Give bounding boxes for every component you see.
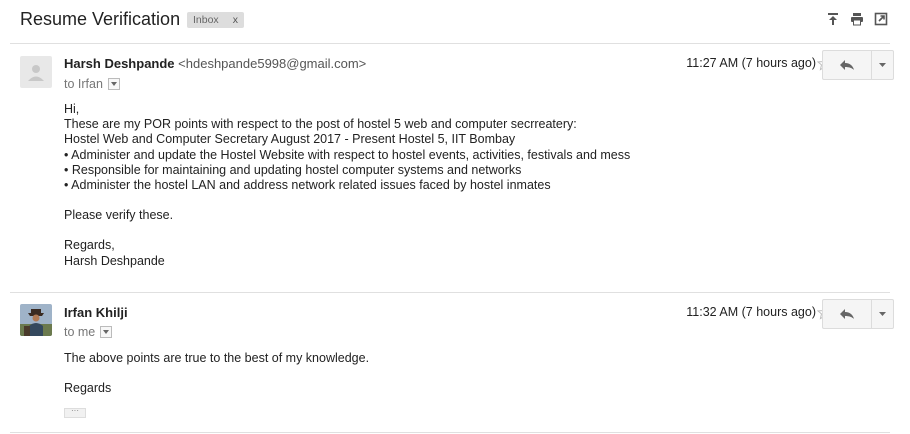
body-line: Regards (64, 381, 112, 396)
reply-group (822, 299, 894, 329)
recipients-line: to Irfan (64, 77, 120, 91)
profile-photo (20, 304, 52, 336)
body-line: • Responsible for maintaining and updati… (64, 162, 522, 177)
message-time: 11:27 AM (7 hours ago) (686, 56, 816, 70)
dropdown-arrow-icon (879, 63, 887, 67)
avatar-placeholder (20, 56, 52, 88)
body-line: Hi, (64, 102, 80, 116)
message-2: Irfan Khilji to me 11:32 AM (7 hours ago… (0, 293, 910, 433)
dropdown-arrow-icon (879, 312, 887, 316)
sender[interactable]: Harsh Deshpande <hdeshpande5998@gmail.co… (64, 56, 366, 71)
message-time: 11:32 AM (7 hours ago) (686, 305, 816, 319)
person-icon (28, 65, 44, 81)
body-line: • Administer and update the Hostel Websi… (64, 147, 631, 162)
sender-email[interactable]: <hdeshpande5998@gmail.com> (178, 56, 366, 71)
remove-label-button[interactable]: x (233, 12, 238, 28)
print-icon[interactable] (850, 12, 864, 26)
message-1: Harsh Deshpande <hdeshpande5998@gmail.co… (0, 44, 910, 292)
label-text[interactable]: Inbox (193, 12, 219, 28)
more-options-button[interactable] (872, 299, 894, 329)
body-line: Regards, (64, 238, 115, 253)
show-details-dropdown[interactable] (107, 78, 120, 90)
body-line: • Administer the hostel LAN and address … (64, 178, 551, 193)
recipients-line: to me (64, 325, 113, 339)
sender-name[interactable]: Irfan Khilji (64, 305, 128, 320)
body-line: Hostel Web and Computer Secretary August… (64, 132, 516, 147)
avatar (20, 304, 52, 336)
reply-button[interactable] (822, 299, 873, 329)
body-line: The above points are true to the best of… (64, 351, 370, 365)
sender[interactable]: Irfan Khilji (64, 305, 128, 320)
thread-header: Resume Verification Inbox x (0, 0, 910, 42)
recipients-text: to me (64, 325, 96, 339)
expand-all-icon[interactable] (826, 12, 840, 26)
reply-button[interactable] (822, 50, 873, 80)
reply-icon (840, 60, 855, 70)
divider (10, 432, 890, 433)
inbox-label-chip[interactable]: Inbox x (187, 12, 244, 28)
reply-icon (840, 309, 855, 319)
body-line: These are my POR points with respect to … (64, 117, 577, 132)
recipients-text: to Irfan (64, 77, 103, 91)
message-body: Hi, These are my POR points with respect… (64, 102, 630, 269)
sender-name[interactable]: Harsh Deshpande (64, 56, 175, 71)
reply-group (822, 50, 894, 80)
message-body: The above points are true to the best of… (64, 351, 369, 396)
chevron-down-icon (110, 82, 117, 86)
thread-subject: Resume Verification (20, 9, 181, 29)
body-line: Please verify these. (64, 208, 174, 223)
show-details-dropdown[interactable] (100, 326, 113, 338)
show-trimmed-content-button[interactable]: ··· (64, 407, 86, 418)
body-line: Harsh Deshpande (64, 253, 165, 268)
chevron-down-icon (103, 330, 110, 334)
more-options-button[interactable] (872, 50, 894, 80)
thread-actions (826, 12, 888, 26)
new-window-icon[interactable] (874, 12, 888, 26)
